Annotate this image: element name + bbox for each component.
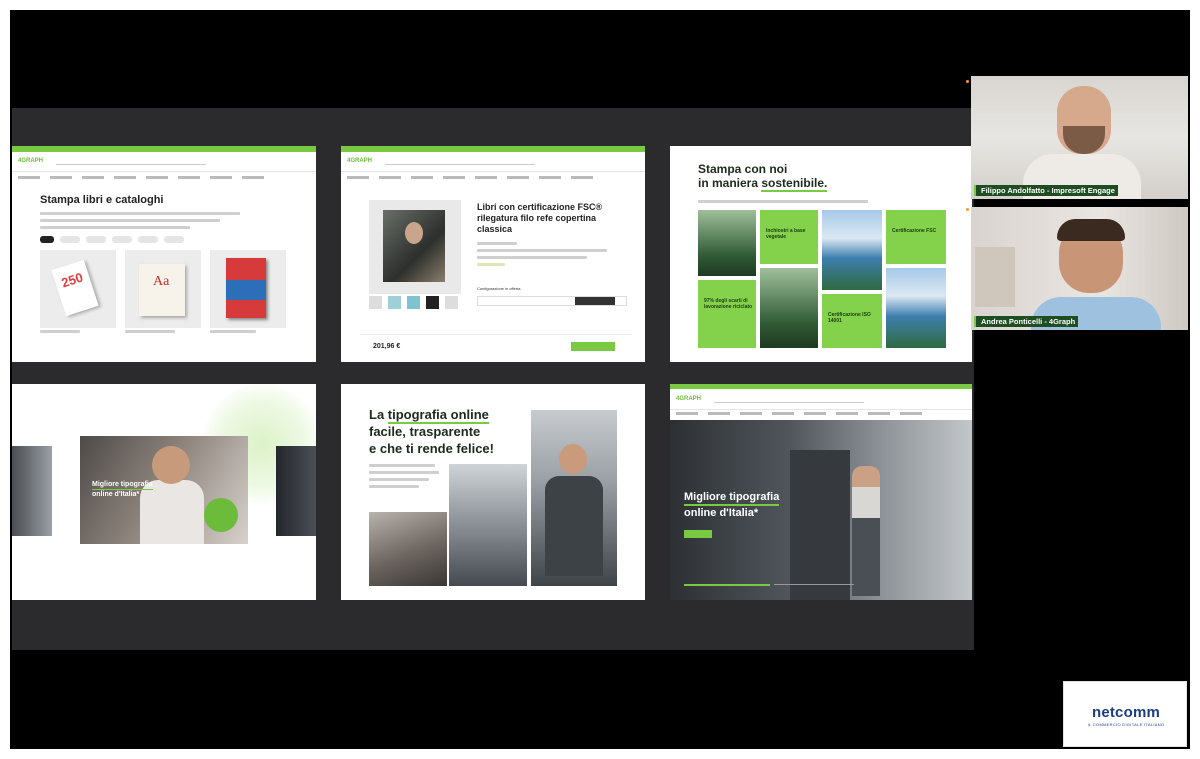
netcomm-logo-box: netcomm IL COMMERCIO DIGITALE ITALIANO xyxy=(1063,681,1187,747)
product-thumbnails xyxy=(369,296,458,309)
site-header: 4GRAPH xyxy=(670,390,972,410)
site-header: 4GRAPH xyxy=(12,152,316,172)
search-input xyxy=(56,157,206,165)
sustainability-tile: Certificazione ISO 14001 xyxy=(822,294,882,348)
brand-tagline: IL COMMERCIO DIGITALE ITALIANO xyxy=(1087,722,1165,727)
sustainability-tile: 97% degli scarti di lavorazione riciclat… xyxy=(698,280,756,348)
worker-photo xyxy=(152,446,190,484)
slide-carousel: Migliore tipografia online d'Italia* xyxy=(12,384,316,600)
carousel-caption: Migliore tipografia online d'Italia* xyxy=(92,481,153,498)
config-label: Configurazione in offerta xyxy=(477,286,521,291)
worker-photo xyxy=(369,512,447,586)
printing-machine xyxy=(790,450,850,600)
price-bar: 201,96 € xyxy=(361,334,631,356)
search-input xyxy=(714,395,864,403)
worker-photo xyxy=(449,464,527,586)
indicator-dot xyxy=(966,208,969,211)
carousel-prev-image xyxy=(12,446,52,536)
slider-progress xyxy=(684,584,770,586)
page-description xyxy=(40,212,250,233)
product-card: 250 xyxy=(40,250,116,328)
search-input xyxy=(385,157,535,165)
product-caption xyxy=(125,330,185,333)
book-cover-text: 250 xyxy=(59,269,85,291)
hero-cta-button xyxy=(684,530,712,538)
sustainable-title: Stampa con noi in maniera sostenibile. xyxy=(698,162,828,192)
site-menu xyxy=(347,176,627,181)
page-title: Stampa libri e cataloghi xyxy=(40,194,164,206)
hero-banner: Migliore tipografia online d'Italia* xyxy=(670,420,972,600)
product-title: Libri con certificazione FSC® rilegatura… xyxy=(477,202,603,234)
participant-video[interactable]: Filippo Andolfatto - Impresoft Engage xyxy=(971,76,1188,199)
sustainable-subtitle xyxy=(698,200,878,203)
hero-caption: Migliore tipografia online d'Italia* xyxy=(684,491,780,519)
participant-video[interactable]: Andrea Ponticelli - 4Graph xyxy=(971,207,1188,330)
promo-bar xyxy=(670,384,972,389)
site-logo: 4GRAPH xyxy=(18,158,44,164)
slide-sustainable: Stampa con noi in maniera sostenibile. I… xyxy=(670,146,972,362)
product-image xyxy=(369,200,461,294)
site-header: 4GRAPH xyxy=(341,152,645,172)
site-logo: 4GRAPH xyxy=(347,158,373,164)
worker-photo xyxy=(852,466,880,596)
sustainability-tile: Inchiostri a base vegetale xyxy=(760,210,818,264)
carousel-next-image xyxy=(276,446,316,536)
happy-title: La tipografia online facile, trasparente… xyxy=(369,407,494,456)
product-info xyxy=(477,242,617,270)
product-card: Aa xyxy=(125,250,201,328)
brand-logo: netcomm xyxy=(1091,704,1161,721)
green-badge xyxy=(204,498,238,532)
site-menu xyxy=(676,412,956,417)
slide-happy: La tipografia online facile, trasparente… xyxy=(341,384,645,600)
carousel-main-image: Migliore tipografia online d'Italia* xyxy=(80,436,248,544)
participant-name-label: Filippo Andolfatto - Impresoft Engage xyxy=(974,185,1118,196)
mountain-photo xyxy=(822,210,882,290)
site-logo: 4GRAPH xyxy=(676,396,702,402)
slide-product: 4GRAPH Libri con certificazione FSC® ril… xyxy=(341,146,645,362)
happy-subtitle xyxy=(369,464,441,492)
filter-chips xyxy=(40,236,184,243)
book-cover-text: Aa xyxy=(153,274,170,289)
config-button xyxy=(575,297,615,305)
indicator-dot xyxy=(966,80,969,83)
product-caption xyxy=(210,330,270,333)
slide-homepage: 4GRAPH Migliore tipografia online d'Ital… xyxy=(670,384,972,600)
product-caption xyxy=(40,330,100,333)
product-card xyxy=(210,250,286,328)
slide-catalog: 4GRAPH Stampa libri e cataloghi 250 Aa xyxy=(12,146,316,362)
forest-photo xyxy=(760,268,818,348)
add-to-cart-button xyxy=(571,342,615,351)
slider-progress-track xyxy=(774,584,854,585)
participant-name-label: Andrea Ponticelli - 4Graph xyxy=(974,316,1079,327)
sustainability-grid: Inchiostri a base vegetale Certificazion… xyxy=(698,210,946,348)
price: 201,96 € xyxy=(373,343,401,350)
lake-photo xyxy=(886,268,946,348)
site-menu xyxy=(18,176,298,181)
forest-photo xyxy=(698,210,756,276)
worker-photo xyxy=(531,410,617,586)
sustainability-tile: Certificazione FSC xyxy=(886,210,946,264)
